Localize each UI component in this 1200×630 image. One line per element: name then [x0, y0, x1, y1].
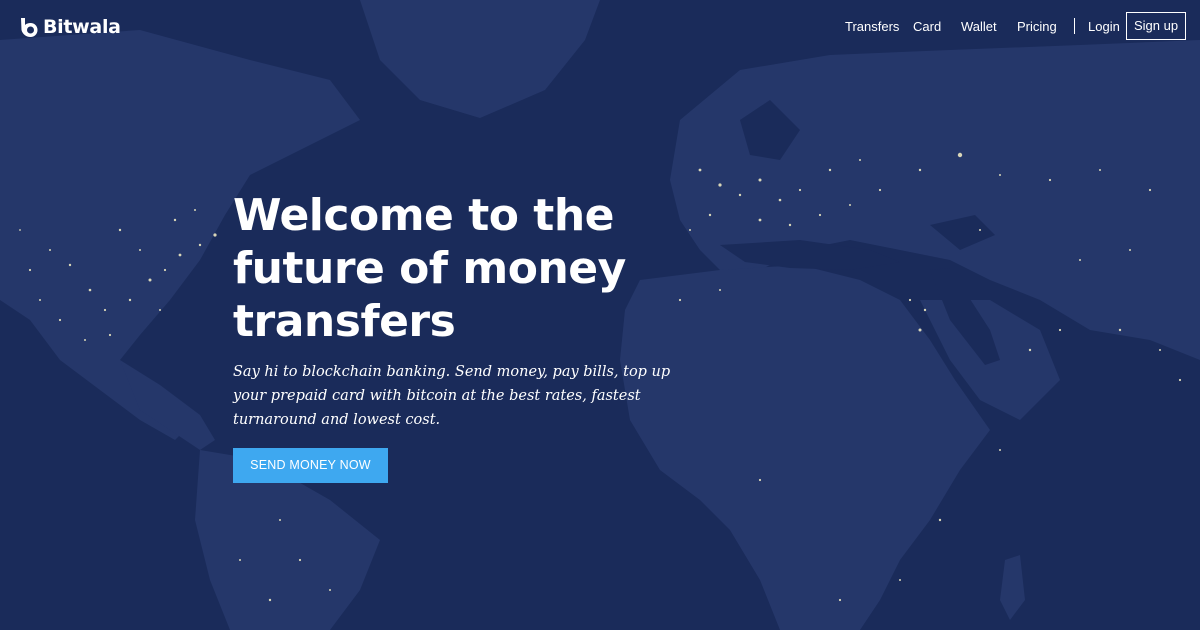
send-money-now-button[interactable]: SEND MONEY NOW: [233, 448, 388, 483]
bitwala-logo[interactable]: Bitwala: [18, 16, 121, 38]
brand-name: Bitwala: [43, 16, 121, 38]
nav-transfers-link[interactable]: Transfers: [845, 19, 899, 34]
hero-title: Welcome to the future of money transfers: [233, 190, 626, 347]
top-navigation: Bitwala Transfers Card Wallet Pricing Lo…: [0, 0, 1200, 54]
main-nav: Transfers Card Wallet Pricing Login Sign…: [820, 0, 1200, 54]
hero-section: Welcome to the future of money transfers…: [233, 189, 713, 432]
page: Bitwala Transfers Card Wallet Pricing Lo…: [0, 0, 1200, 630]
nav-pricing-link[interactable]: Pricing: [1017, 19, 1057, 34]
hero-subtitle: Say hi to blockchain banking. Send money…: [233, 364, 671, 428]
nav-wallet-link[interactable]: Wallet: [961, 19, 997, 34]
nav-divider: [1074, 18, 1075, 34]
nav-login-link[interactable]: Login: [1088, 19, 1120, 34]
bitwala-b-logo-icon: [21, 18, 38, 37]
signup-button[interactable]: Sign up: [1126, 12, 1186, 40]
nav-card-link[interactable]: Card: [913, 19, 941, 34]
